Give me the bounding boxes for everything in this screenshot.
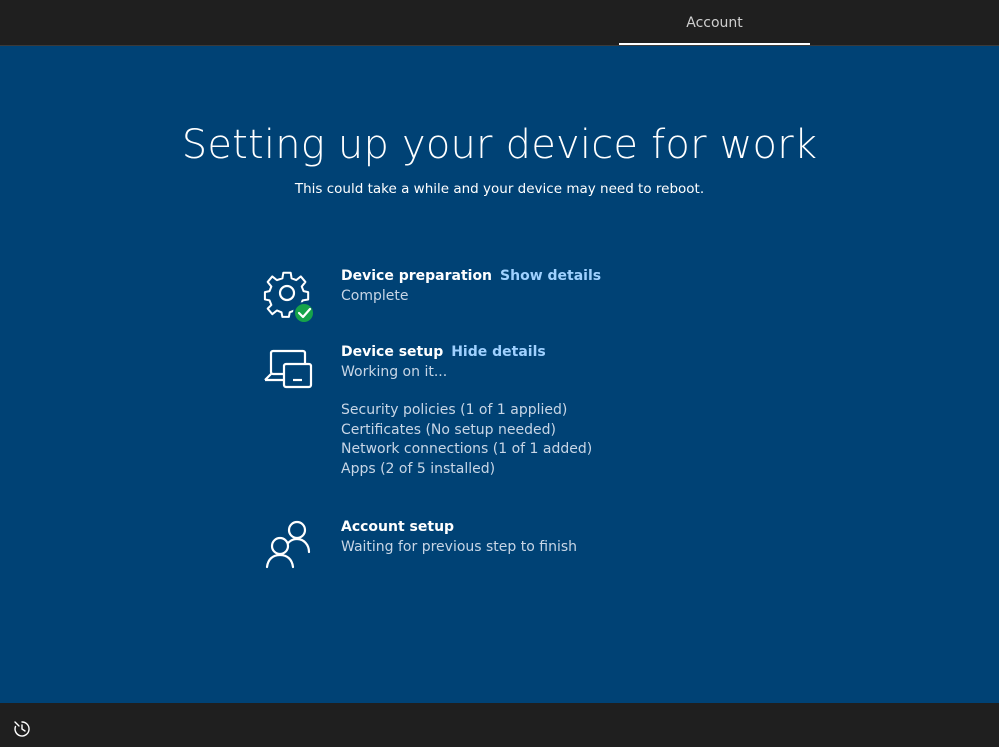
gear-check-icon bbox=[262, 268, 316, 324]
devices-icon bbox=[262, 344, 316, 398]
page-title: Setting up your device for work bbox=[181, 122, 818, 168]
step-status: Working on it... bbox=[341, 364, 448, 380]
step-title: Account setup bbox=[341, 519, 455, 535]
show-details-link[interactable]: Show details bbox=[500, 268, 601, 284]
top-bar: Account bbox=[0, 0, 999, 46]
detail-item: Certificates (No setup needed) bbox=[341, 421, 556, 438]
main-content: Setting up your device for work This cou… bbox=[0, 46, 999, 703]
bottom-bar bbox=[0, 703, 999, 747]
detail-item: Security policies (1 of 1 applied) bbox=[341, 402, 568, 418]
tab-account[interactable]: Account bbox=[619, 0, 810, 46]
step-body: Device setup Hide details Working on it..… bbox=[341, 344, 741, 479]
step-title: Device setup bbox=[341, 344, 444, 360]
detail-item: Apps (2 of 5 installed) bbox=[341, 460, 496, 477]
step-status: Waiting for previous step to finish bbox=[341, 539, 577, 555]
step-title: Device preparation bbox=[341, 268, 493, 284]
step-status: Complete bbox=[341, 288, 409, 304]
page-subtitle: This could take a while and your device … bbox=[294, 181, 705, 197]
hide-details-link[interactable]: Hide details bbox=[451, 344, 546, 360]
tab-active-indicator bbox=[619, 43, 810, 45]
detail-list: Security policies (1 of 1 applied) Certi… bbox=[341, 401, 741, 479]
people-icon bbox=[262, 519, 316, 573]
step-body: Account setup Waiting for previous step … bbox=[341, 519, 741, 555]
ease-of-access-icon[interactable] bbox=[13, 720, 31, 738]
step-body: Device preparation Show details Complete bbox=[341, 268, 741, 304]
detail-item: Network connections (1 of 1 added) bbox=[341, 441, 593, 457]
